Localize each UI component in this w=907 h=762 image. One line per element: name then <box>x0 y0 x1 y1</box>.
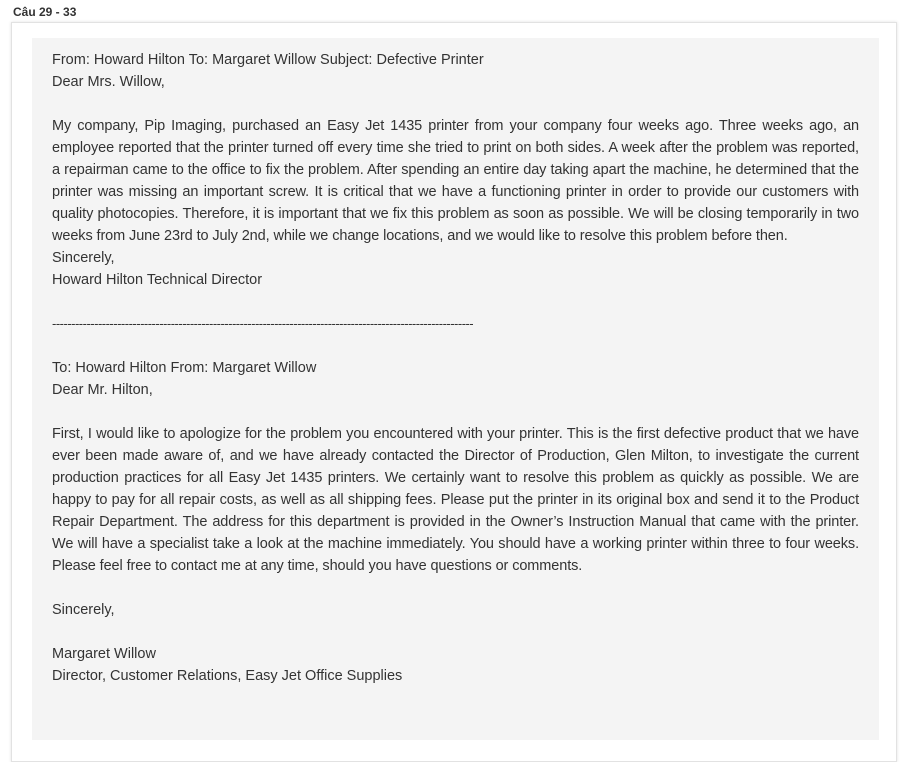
email-separator: ----------------------------------------… <box>52 316 473 331</box>
email1-closing: Sincerely, <box>52 250 115 266</box>
email2-body: First, I would like to apologize for the… <box>52 426 859 574</box>
email2-greeting: Dear Mr. Hilton, <box>52 382 153 398</box>
reading-passage: From: Howard Hilton To: Margaret Willow … <box>32 38 879 740</box>
email1-signature: Howard Hilton Technical Director <box>52 272 263 288</box>
email1-header: From: Howard Hilton To: Margaret Willow … <box>52 52 484 68</box>
email1-body: My company, Pip Imaging, purchased an Ea… <box>52 118 859 244</box>
question-card: From: Howard Hilton To: Margaret Willow … <box>11 22 897 762</box>
email1-greeting: Dear Mrs. Willow, <box>52 74 165 90</box>
email2-signature-title: Director, Customer Relations, Easy Jet O… <box>52 668 403 684</box>
section-heading: Câu 29 - 33 <box>13 5 77 19</box>
email2-closing: Sincerely, <box>52 602 115 618</box>
email2-header: To: Howard Hilton From: Margaret Willow <box>52 360 317 376</box>
email2-signature-name: Margaret Willow <box>52 646 156 662</box>
